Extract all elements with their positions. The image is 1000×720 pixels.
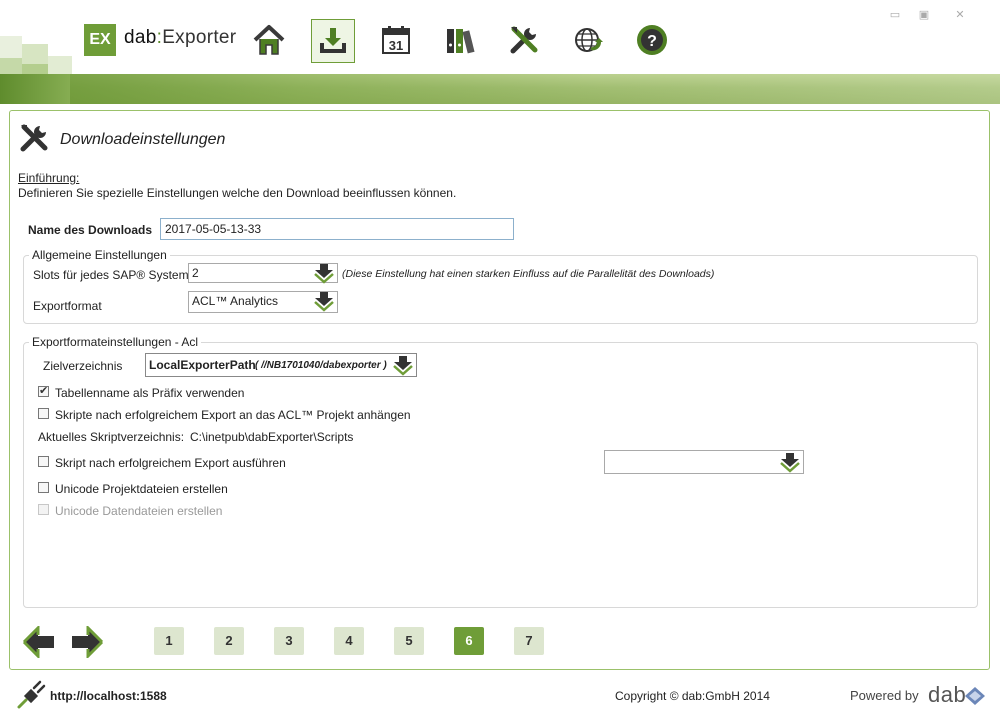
nav-download-button[interactable] xyxy=(311,19,355,63)
target-directory-value: LocalExporterPath xyxy=(149,358,256,372)
page-button-6[interactable]: 6 xyxy=(454,627,484,655)
dab-brand-logo: dab xyxy=(928,682,967,707)
page-button-2[interactable]: 2 xyxy=(214,627,244,655)
dropdown-arrow-icon xyxy=(314,264,334,284)
page-button-5[interactable]: 5 xyxy=(394,627,424,655)
powered-by-text: Powered by xyxy=(850,688,919,703)
globe-refresh-icon xyxy=(575,28,603,52)
header-band-shade xyxy=(0,74,1000,104)
page-button-3[interactable]: 3 xyxy=(274,627,304,655)
tools-icon xyxy=(20,124,48,152)
logo-badge: EX xyxy=(84,24,116,56)
intro-label: Einführung: xyxy=(18,171,80,185)
export-format-settings-legend: Exportformateinstellungen - Acl xyxy=(32,335,199,349)
script-dir-label: Aktuelles Skriptverzeichnis: xyxy=(38,430,185,444)
download-name-input[interactable] xyxy=(160,218,514,240)
header-tile xyxy=(48,56,72,74)
intro-text: Definieren Sie spezielle Einstellungen w… xyxy=(18,186,457,200)
prefix-checkbox[interactable] xyxy=(38,384,49,397)
export-format-label: Exportformat xyxy=(33,299,102,313)
header-tile xyxy=(0,58,22,74)
help-icon: ? xyxy=(637,25,667,55)
calendar-icon: 31 xyxy=(382,26,410,54)
download-icon xyxy=(320,28,346,53)
unicode-data-label: Unicode Datendateien erstellen xyxy=(55,504,223,518)
unicode-project-checkbox[interactable] xyxy=(38,482,49,493)
header-tile xyxy=(0,36,22,58)
run-script-checkbox[interactable] xyxy=(38,456,49,467)
unicode-project-label: Unicode Projektdateien erstellen xyxy=(55,482,228,496)
nav-home-button[interactable] xyxy=(248,19,290,61)
connection-plug-icon xyxy=(17,680,46,709)
general-settings-group: Allgemeine Einstellungen xyxy=(23,248,978,324)
target-directory-label: Zielverzeichnis xyxy=(43,359,123,373)
nav-library-button[interactable] xyxy=(439,19,481,61)
server-url: http://localhost:1588 xyxy=(50,689,167,703)
binders-icon xyxy=(447,29,475,54)
page-button-1[interactable]: 1 xyxy=(154,627,184,655)
logo-name: dab xyxy=(124,27,157,48)
minimize-button[interactable]: ▭ xyxy=(888,10,902,21)
logo-wordmark: dab:Exporter xyxy=(124,27,236,49)
dropdown-arrow-icon xyxy=(314,292,334,312)
close-button[interactable]: ✕ xyxy=(953,10,967,21)
slots-label: Slots für jedes SAP® System xyxy=(33,268,189,282)
run-script-select[interactable] xyxy=(604,450,804,474)
nav-calendar-button[interactable]: 31 xyxy=(375,19,417,61)
attach-scripts-label: Skripte nach erfolgreichem Export an das… xyxy=(55,408,411,422)
header-tile xyxy=(0,74,70,104)
dropdown-arrow-icon xyxy=(780,453,800,473)
copyright-text: Copyright © dab:GmbH 2014 xyxy=(615,689,770,703)
prefix-checkbox-label: Tabellenname als Präfix verwenden xyxy=(55,386,245,400)
export-format-value: ACL™ Analytics xyxy=(192,294,279,308)
tools-icon xyxy=(510,26,538,54)
unicode-data-checkbox xyxy=(38,504,49,515)
nav-help-button[interactable]: ? xyxy=(631,19,673,61)
script-dir-value: C:\inetpub\dabExporter\Scripts xyxy=(190,430,354,444)
run-script-label: Skript nach erfolgreichem Export ausführ… xyxy=(55,456,286,470)
dab-diamond-icon xyxy=(965,687,985,705)
slots-note: (Diese Einstellung hat einen starken Ein… xyxy=(342,268,715,280)
target-directory-path: ( //NB1701040/dabexporter ) xyxy=(255,360,387,371)
page-title: Downloadeinstellungen xyxy=(60,131,226,148)
target-directory-select[interactable]: LocalExporterPath ( //NB1701040/dabexpor… xyxy=(145,353,417,377)
help-icon-glyph: ? xyxy=(647,33,657,50)
home-icon xyxy=(253,25,285,55)
nav-web-button[interactable] xyxy=(567,19,609,61)
nav-settings-button[interactable] xyxy=(503,19,545,61)
download-name-label: Name des Downloads xyxy=(28,223,153,237)
page-button-4[interactable]: 4 xyxy=(334,627,364,655)
slots-value: 2 xyxy=(192,266,199,280)
header-tile xyxy=(22,64,48,74)
maximize-button[interactable]: ▣ xyxy=(917,10,931,21)
previous-arrow-icon[interactable] xyxy=(22,626,56,658)
export-format-select[interactable]: ACL™ Analytics xyxy=(188,291,338,313)
page-button-7[interactable]: 7 xyxy=(514,627,544,655)
logo-product: Exporter xyxy=(162,27,237,48)
attach-scripts-checkbox[interactable] xyxy=(38,408,49,419)
calendar-day-text: 31 xyxy=(389,38,403,53)
general-settings-legend: Allgemeine Einstellungen xyxy=(32,248,167,262)
slots-select[interactable]: 2 xyxy=(188,263,338,284)
next-arrow-icon[interactable] xyxy=(70,626,104,658)
dropdown-arrow-icon xyxy=(393,356,413,376)
